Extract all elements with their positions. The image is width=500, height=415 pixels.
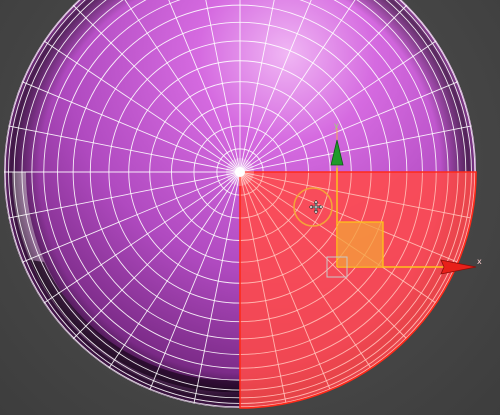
scene-canvas[interactable]: y x [0,0,500,415]
pole-highlight [226,158,254,186]
viewport-3d[interactable]: y x [0,0,500,415]
gizmo-x-label: x [477,257,482,266]
gizmo-y-label: y [334,121,339,130]
gizmo-xy-plane-handle[interactable] [338,222,383,267]
